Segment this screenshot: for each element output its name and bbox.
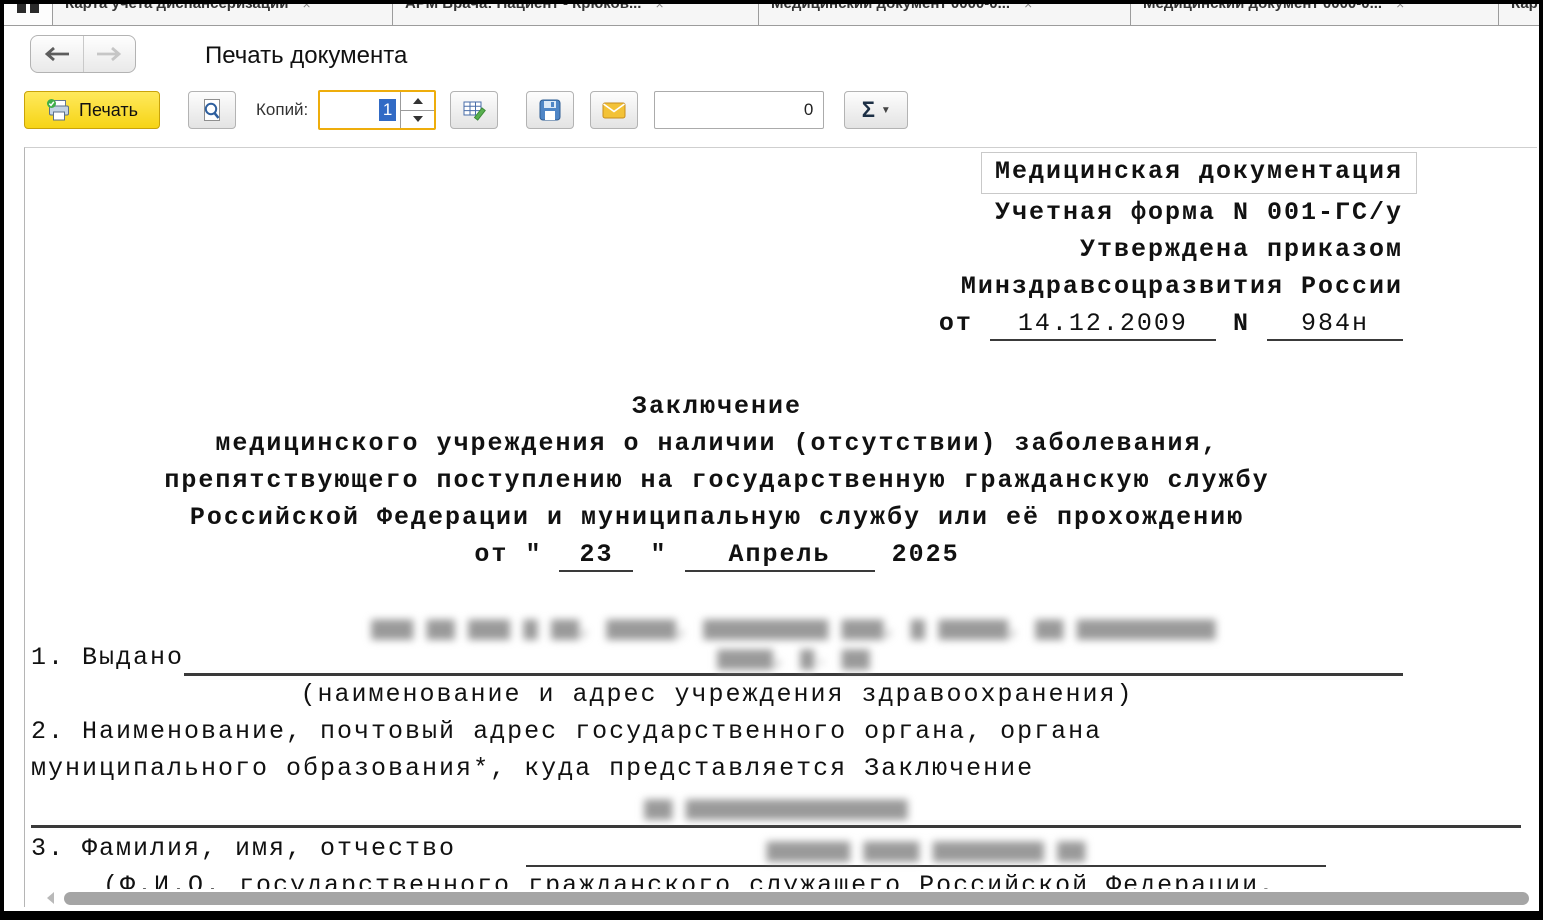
tab-medical-document-2[interactable]: Медицинский документ 0000-0... × [1130, 4, 1498, 26]
ministry-line: Минздравсоцразвития России [31, 268, 1403, 305]
org-line-1: 2. Наименование, почтовый адрес государс… [31, 713, 1403, 750]
history-nav-group [30, 35, 136, 73]
triangle-up-icon [413, 98, 423, 104]
tab-label: Карта учета диспансеризации [65, 4, 288, 12]
conclusion-date-line: от " 23 " Апрель 2025 [31, 536, 1403, 573]
table-edit-icon [462, 99, 487, 121]
close-icon[interactable]: × [655, 4, 663, 12]
issued-label: 1. Выдано [31, 639, 184, 676]
day-value: 23 [559, 539, 633, 572]
section-organization: 2. Наименование, почтовый адрес государс… [31, 713, 1403, 828]
scroll-left-icon[interactable] [47, 892, 54, 904]
table-settings-button[interactable] [450, 91, 498, 129]
print-button-label: Печать [79, 100, 138, 121]
title-line: Российской Федерации и муниципальную слу… [31, 499, 1403, 536]
tab-label: АРМ Врача: Пациент - Крюков... [405, 4, 641, 12]
sum-dropdown-button[interactable]: Σ ▼ [844, 91, 908, 129]
chevron-down-icon: ▼ [881, 105, 891, 116]
email-button[interactable] [590, 91, 638, 129]
floppy-disk-icon [539, 99, 561, 121]
selected-cell[interactable]: Медицинская документация [981, 152, 1417, 194]
envelope-icon [602, 102, 626, 119]
redacted-text: ▆▆▆ ▆▆ ▆▆▆ ▆ ▆▆, ▆▆▆▆▆, ▆▆▆▆▆▆▆▆▆ ▆▆▆, ▆… [184, 613, 1403, 643]
triangle-down-icon [413, 116, 423, 122]
printer-icon [46, 99, 71, 122]
toolbar: Печать Копий: 1 [24, 90, 908, 130]
tab-label: Медицинский документ 0000-0... [771, 4, 1010, 12]
counter-field[interactable]: 0 [654, 91, 824, 129]
redacted-text: ▆▆ ▆▆▆▆▆▆▆▆▆▆▆▆▆▆▆▆ [644, 795, 907, 821]
close-icon[interactable]: × [1396, 4, 1404, 12]
document-content: Медицинская документация Учетная форма N… [25, 148, 1403, 904]
copies-label: Копий: [256, 100, 308, 120]
org-value-line: ▆▆ ▆▆▆▆▆▆▆▆▆▆▆▆▆▆▆▆ [31, 791, 1521, 828]
preview-button[interactable] [188, 91, 236, 129]
name-label: 3. Фамилия, имя, отчество [31, 830, 456, 867]
org-line-2: муниципального образования*, куда предст… [31, 750, 1403, 787]
tab-bar: Карта учета диспансеризации × АРМ Врача:… [4, 4, 1539, 26]
tab-dispensary-card[interactable]: Карта учета диспансеризации × [52, 4, 392, 26]
issued-value-line: ▆▆▆ ▆▆ ▆▆▆ ▆ ▆▆, ▆▆▆▆▆, ▆▆▆▆▆▆▆▆▆ ▆▆▆, ▆… [184, 613, 1403, 676]
title-line: медицинского учреждения о наличии (отсут… [31, 425, 1403, 462]
preview-icon [201, 98, 223, 123]
tab-partial[interactable]: Кар [1498, 4, 1539, 26]
back-button[interactable] [31, 36, 83, 72]
order-date-line: от 14.12.2009 N 984н [31, 305, 1403, 342]
redacted-text: ▆▆▆▆, ▆. ▆▆ [184, 643, 1403, 673]
tab-medical-document-1[interactable]: Медицинский документ 0000-0... × [758, 4, 1130, 26]
print-document-window: Карта учета диспансеризации × АРМ Врача:… [0, 0, 1543, 920]
tab-label: Медицинский документ 0000-0... [1143, 4, 1382, 12]
form-number-line: Учетная форма N 001-ГС/у [31, 194, 1403, 231]
scrollbar-thumb[interactable] [64, 892, 1529, 905]
counter-value: 0 [804, 100, 813, 120]
year-value: 2025 [892, 540, 960, 569]
section-issued-by: 1. Выдано ▆▆▆ ▆▆ ▆▆▆ ▆ ▆▆, ▆▆▆▆▆, ▆▆▆▆▆▆… [31, 613, 1403, 676]
document-header-right: Медицинская документация Учетная форма N… [31, 152, 1403, 342]
page-title: Печать документа [205, 42, 407, 70]
arrow-left-icon [43, 46, 71, 62]
section-full-name: 3. Фамилия, имя, отчество ▆▆▆▆▆▆ ▆▆▆▆ ▆▆… [31, 830, 1403, 867]
spinner-down-button[interactable] [401, 111, 434, 129]
horizontal-scrollbar[interactable] [25, 889, 1537, 907]
document-preview-area[interactable]: Медицинская документация Учетная форма N… [24, 147, 1537, 907]
close-icon[interactable]: × [302, 4, 310, 12]
redacted-text: ▆▆▆▆▆▆ ▆▆▆▆ ▆▆▆▆▆▆▆▆ ▆▆ [767, 837, 1085, 863]
copies-spinner[interactable]: 1 [318, 90, 436, 130]
name-value-line: ▆▆▆▆▆▆ ▆▆▆▆ ▆▆▆▆▆▆▆▆ ▆▆ [526, 835, 1326, 867]
document-title-block: Заключение медицинского учреждения о нал… [31, 388, 1403, 573]
order-date-value: 14.12.2009 [990, 308, 1216, 341]
tab-label: Кар [1511, 4, 1538, 12]
save-button[interactable] [526, 91, 574, 129]
copies-value[interactable]: 1 [379, 99, 396, 121]
issued-caption: (наименование и адрес учреждения здравоо… [31, 676, 1403, 713]
spinner-up-button[interactable] [401, 92, 434, 111]
title-line: препятствующего поступлению на государст… [31, 462, 1403, 499]
order-number-value: 984н [1267, 308, 1403, 341]
app-menu-icon[interactable] [4, 4, 52, 25]
print-button[interactable]: Печать [24, 91, 160, 129]
approved-line: Утверждена приказом [31, 231, 1403, 268]
month-value: Апрель [685, 539, 875, 572]
title-line: Заключение [31, 388, 1403, 425]
sigma-icon: Σ [862, 97, 875, 123]
forward-button[interactable] [83, 36, 136, 72]
tab-arm-doctor[interactable]: АРМ Врача: Пациент - Крюков... × [392, 4, 758, 26]
arrow-right-icon [95, 46, 123, 62]
close-icon[interactable]: × [1024, 4, 1032, 12]
